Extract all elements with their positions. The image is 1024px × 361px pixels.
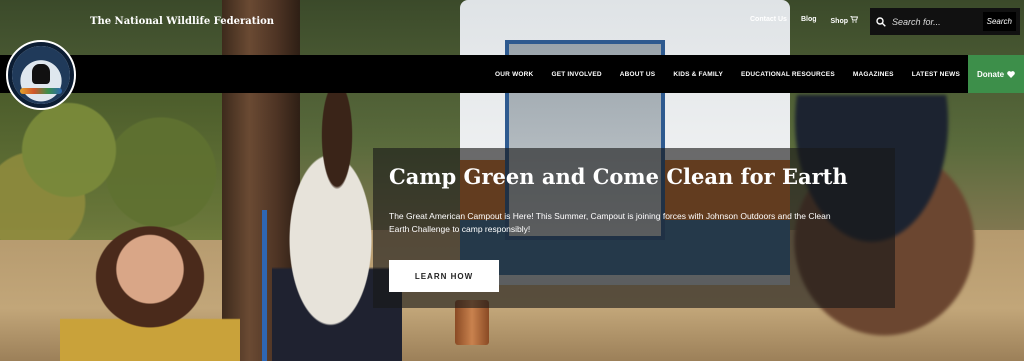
blog-link[interactable]: Blog	[801, 16, 817, 25]
nav-item-magazines[interactable]: MAGAZINES	[853, 71, 894, 78]
learn-how-button[interactable]: LEARN HOW	[389, 260, 499, 292]
nwf-logo[interactable]	[6, 40, 76, 110]
logo-emblem	[12, 46, 70, 104]
site-brand-link[interactable]: The National Wildlife Federation	[90, 16, 274, 27]
deer-silhouette-icon	[32, 64, 50, 84]
shop-label: Shop	[830, 18, 849, 25]
search-button[interactable]: Search	[982, 12, 1016, 31]
search-input[interactable]	[892, 16, 980, 27]
heart-icon	[1007, 70, 1015, 78]
nav-item-our-work[interactable]: OUR WORK	[495, 71, 533, 78]
laughing-woman	[60, 208, 240, 361]
hero-title: Camp Green and Come Clean for Earth	[389, 164, 848, 189]
nav-item-about-us[interactable]: ABOUT US	[620, 71, 656, 78]
donate-label: Donate	[976, 69, 1005, 79]
hero-description: The Great American Campout is Here! This…	[389, 211, 831, 234]
utility-bar: The National Wildlife Federation Contact…	[0, 0, 1024, 44]
shop-link[interactable]: Shop	[830, 15, 859, 25]
nav-item-latest-news[interactable]: LATEST NEWS	[912, 71, 960, 78]
nav-item-educational-resources[interactable]: EDUCATIONAL RESOURCES	[741, 71, 835, 78]
search-icon	[870, 16, 892, 27]
hero-card: Camp Green and Come Clean for Earth The …	[373, 148, 895, 308]
cart-icon	[849, 15, 859, 23]
utility-links: Contact Us Blog Shop	[750, 15, 859, 25]
nav-item-kids-family[interactable]: KIDS & FAMILY	[673, 71, 723, 78]
contact-us-link[interactable]: Contact Us	[750, 16, 787, 25]
nav-item-get-involved[interactable]: GET INVOLVED	[551, 71, 601, 78]
logo-color-band	[20, 88, 62, 94]
main-nav: OUR WORK GET INVOLVED ABOUT US KIDS & FA…	[0, 55, 1024, 93]
search-box: Search	[870, 8, 1020, 35]
donate-button[interactable]: Donate	[968, 55, 1024, 93]
